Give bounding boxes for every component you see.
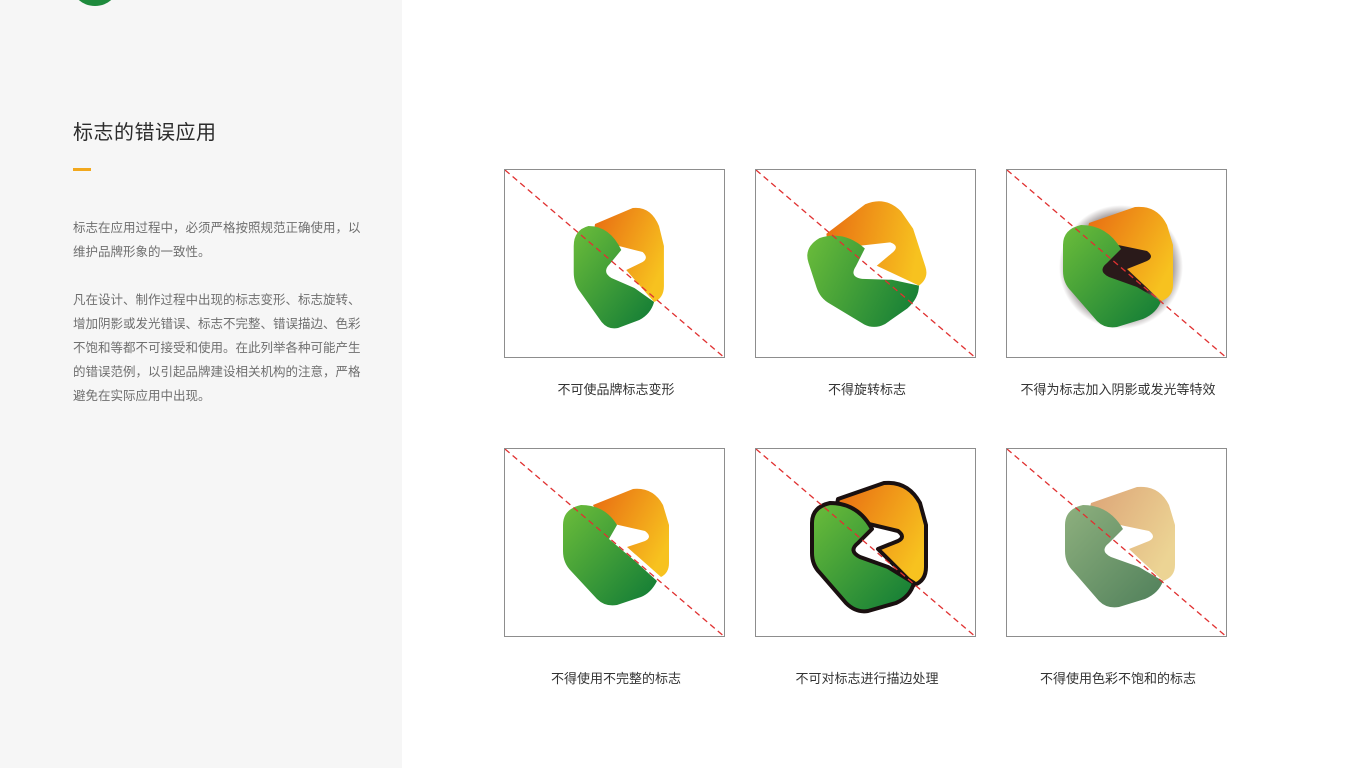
caption-incomplete: 不得使用不完整的标志 [550,672,681,687]
caption-rotated: 不得旋转标志 [827,383,906,398]
example-card-rotated [755,169,976,358]
distorted-logo-icon [505,170,724,357]
rotated-logo-icon [756,170,975,357]
section-title: 标志的错误应用 [73,120,217,144]
sidebar: 标志的错误应用 标志在应用过程中，必须严格按照规范正确使用，以维护品牌形象的一致… [0,0,402,768]
stroked-logo-icon [756,449,975,636]
example-card-stroked [755,448,976,637]
intro-text: 标志在应用过程中，必须严格按照规范正确使用，以维护品牌形象的一致性。 凡在设计、… [73,216,363,432]
example-card-shadow [1006,169,1227,358]
brand-logo-corner-icon [70,0,120,6]
caption-desaturated: 不得使用色彩不饱和的标志 [1039,672,1196,687]
example-card-desaturated [1006,448,1227,637]
intro-paragraph-2: 凡在设计、制作过程中出现的标志变形、标志旋转、增加阴影或发光错误、标志不完整、错… [73,292,361,403]
desaturated-logo-icon [1007,449,1226,636]
incomplete-logo-icon [505,449,724,636]
title-accent-bar [73,168,91,171]
caption-stroked: 不可对标志进行描边处理 [795,672,939,687]
intro-paragraph-1: 标志在应用过程中，必须严格按照规范正确使用，以维护品牌形象的一致性。 [73,220,361,259]
brand-guideline-page: 标志的错误应用 标志在应用过程中，必须严格按照规范正确使用，以维护品牌形象的一致… [0,0,1366,768]
caption-shadow: 不得为标志加入阴影或发光等特效 [1020,383,1216,398]
example-card-incomplete [504,448,725,637]
shadow-logo-icon [1007,170,1226,357]
example-card-distorted [504,169,725,358]
caption-distorted: 不可使品牌标志变形 [557,383,675,398]
